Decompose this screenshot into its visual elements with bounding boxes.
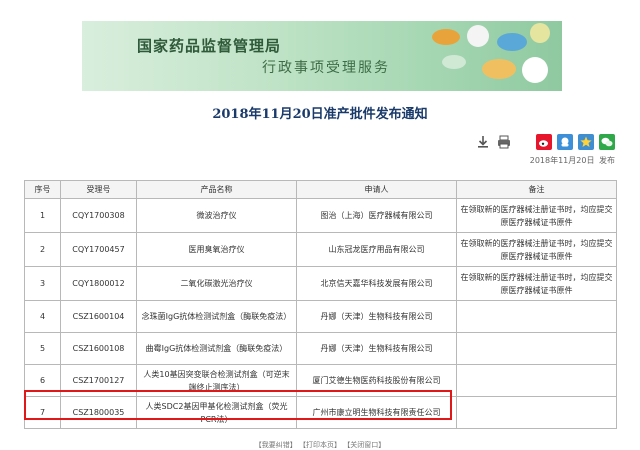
- row-no: 5: [24, 332, 61, 365]
- row-product-name: 二氧化碳激光治疗仪: [136, 266, 297, 301]
- share-toolbar: [475, 133, 615, 151]
- table-row: 5 CSZ1600108 曲霉IgG抗体检测试剂盒（酶联免疫法） 丹娜（天津）生…: [24, 332, 617, 365]
- row-id: CSZ1600108: [60, 332, 137, 365]
- row-note: 在领取新的医疗器械注册证书时，均应提交原医疗器械证书原件: [456, 266, 617, 301]
- row-product-name: 曲霉IgG抗体检测试剂盒（酶联免疫法）: [136, 332, 297, 365]
- row-id: CSZ1600104: [60, 300, 137, 333]
- row-note: 在领取新的医疗器械注册证书时，均应提交原医疗器械证书原件: [456, 232, 617, 267]
- row-product-name: 医用臭氧治疗仪: [136, 232, 297, 267]
- notice-title: 2018年11月20日准产批件发布通知: [212, 107, 428, 122]
- row-applicant: 丹娜（天津）生物科技有限公司: [296, 332, 457, 365]
- row-7-highlight-box: [24, 390, 452, 420]
- table-header-row: 序号 受理号 产品名称 申请人 备注: [24, 180, 617, 199]
- qq-share-icon[interactable]: [557, 134, 573, 150]
- header-no: 序号: [24, 180, 61, 199]
- row-note: [456, 332, 617, 365]
- download-icon[interactable]: [475, 134, 491, 150]
- row-product-name: 微波治疗仪: [136, 198, 297, 233]
- footer-links[interactable]: 【我要纠错】 【打印本页】 【关闭窗口】: [0, 440, 640, 450]
- table-row: 3 CQY1800012 二氧化碳激光治疗仪 北京信天嘉华科技发展有限公司 在领…: [24, 266, 617, 301]
- wechat-share-icon[interactable]: [599, 134, 615, 150]
- header-note: 备注: [456, 180, 617, 199]
- header-id: 受理号: [60, 180, 137, 199]
- print-icon[interactable]: [496, 134, 512, 150]
- row-no: 4: [24, 300, 61, 333]
- publish-date: 2018年11月20日: [529, 156, 595, 165]
- row-applicant: 北京信天嘉华科技发展有限公司: [296, 266, 457, 301]
- row-id: CQY1800012: [60, 266, 137, 301]
- row-id: CQY1700308: [60, 198, 137, 233]
- row-note: [456, 396, 617, 429]
- row-id: CQY1700457: [60, 232, 137, 267]
- weibo-share-icon[interactable]: [536, 134, 552, 150]
- row-applicant: 山东冠龙医疗用品有限公司: [296, 232, 457, 267]
- row-applicant: 图治（上海）医疗器械有限公司: [296, 198, 457, 233]
- row-no: 1: [24, 198, 61, 233]
- row-no: 3: [24, 266, 61, 301]
- row-product-name: 念珠菌IgG抗体检测试剂盒（酶联免疫法）: [136, 300, 297, 333]
- banner-subtitle: 行政事项受理服务: [262, 60, 390, 76]
- row-note: [456, 364, 617, 397]
- table-row: 2 CQY1700457 医用臭氧治疗仪 山东冠龙医疗用品有限公司 在领取新的医…: [24, 232, 617, 267]
- row-note: 在领取新的医疗器械注册证书时，均应提交原医疗器械证书原件: [456, 198, 617, 233]
- banner-pills-image: [412, 21, 562, 91]
- header-name: 产品名称: [136, 180, 297, 199]
- row-no: 2: [24, 232, 61, 267]
- publish-label: 发布: [599, 156, 615, 165]
- table-row: 4 CSZ1600104 念珠菌IgG抗体检测试剂盒（酶联免疫法） 丹娜（天津）…: [24, 300, 617, 333]
- row-applicant: 丹娜（天津）生物科技有限公司: [296, 300, 457, 333]
- banner-title: 国家药品监督管理局: [137, 37, 282, 55]
- row-note: [456, 300, 617, 333]
- site-banner: 国家药品监督管理局 行政事项受理服务: [82, 21, 562, 91]
- table-row: 1 CQY1700308 微波治疗仪 图治（上海）医疗器械有限公司 在领取新的医…: [24, 198, 617, 233]
- publish-info: 2018年11月20日 发布: [530, 155, 615, 166]
- header-applicant: 申请人: [296, 180, 457, 199]
- star-share-icon[interactable]: [578, 134, 594, 150]
